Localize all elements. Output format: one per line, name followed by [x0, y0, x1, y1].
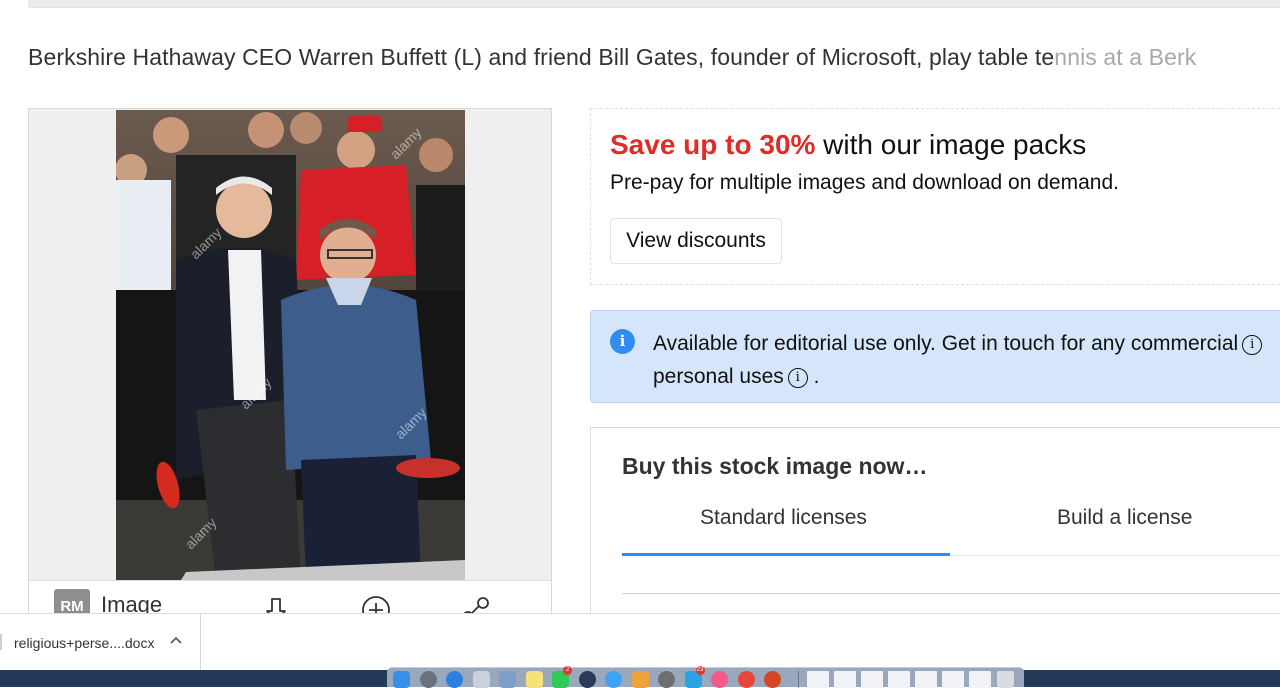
notice-line-2-end: . — [813, 365, 820, 388]
dock-divider — [798, 671, 799, 688]
info-icon: i — [610, 329, 635, 354]
dock-safari-icon[interactable] — [446, 671, 463, 688]
image-pack-promo: Save up to 30% with our image packs Pre-… — [590, 108, 1280, 285]
dock-messages-icon[interactable] — [605, 671, 622, 688]
image-type-label: Image — [101, 592, 163, 613]
dock-document-icon[interactable] — [861, 671, 883, 688]
dock-finder-icon[interactable] — [393, 671, 410, 688]
promo-highlight: Save up to 30% — [610, 129, 816, 160]
trash-icon[interactable] — [997, 671, 1014, 688]
download-item[interactable]: religious+perse....docx — [0, 614, 201, 671]
add-to-lightbox-icon[interactable] — [361, 595, 391, 613]
buy-title: Buy this stock image now… — [622, 453, 928, 479]
promo-subtitle: Pre-pay for multiple images and download… — [610, 171, 1119, 194]
web-page: Berkshire Hathaway CEO Warren Buffett (L… — [0, 0, 1280, 613]
dock-quicktime-icon[interactable] — [578, 671, 596, 688]
tab-build-a-license[interactable]: Build a license — [1057, 506, 1192, 530]
notice-text: Available for editorial use only. Get in… — [653, 327, 1263, 393]
download-filename: religious+perse....docx — [14, 635, 155, 651]
editorial-use-notice: i Available for editorial use only. Get … — [590, 310, 1280, 403]
browser-download-bar: religious+perse....docx — [0, 613, 1280, 671]
dock-document-icon[interactable] — [942, 671, 964, 688]
dock-notification-badge: 23 — [695, 666, 705, 675]
image-panel: alamy alamy alamy alamy alamy RM Image — [28, 108, 552, 613]
view-discounts-button[interactable]: View discounts — [610, 218, 782, 264]
dock-launchpad-icon[interactable] — [419, 671, 437, 688]
dock-notes-icon[interactable] — [525, 671, 543, 688]
rm-license-badge: RM — [54, 589, 90, 613]
dock-document-icon[interactable] — [969, 671, 991, 688]
promo-title-rest: with our image packs — [815, 129, 1087, 160]
dock-help-icon[interactable] — [472, 671, 490, 688]
active-tab-indicator — [622, 553, 950, 556]
tab-standard-licenses[interactable]: Standard licenses — [700, 506, 867, 530]
image-footer: RM Image — [29, 580, 551, 613]
caption-text-faded: nnis at a Berk — [1054, 44, 1197, 70]
dock-notification-badge: 2 — [563, 666, 572, 675]
dock-photo-booth-icon[interactable] — [631, 671, 649, 688]
dock-document-icon[interactable] — [807, 671, 829, 688]
promo-title: Save up to 30% with our image packs — [610, 129, 1086, 161]
download-icon[interactable] — [261, 595, 291, 613]
dock-preview-icon[interactable] — [499, 671, 516, 688]
notice-line-1: Available for editorial use only. Get in… — [653, 332, 1239, 355]
macos-dock: 2 23 — [387, 666, 1024, 688]
notice-line-2: personal uses — [653, 365, 784, 388]
dock-document-icon[interactable] — [888, 671, 910, 688]
dock-chrome-icon[interactable] — [737, 671, 755, 688]
dock-system-preferences-icon[interactable] — [658, 671, 675, 688]
image-caption: Berkshire Hathaway CEO Warren Buffett (L… — [28, 44, 1196, 71]
tab-underline — [950, 555, 1280, 556]
tab-content-divider — [622, 593, 1280, 594]
caption-text: Berkshire Hathaway CEO Warren Buffett (L… — [28, 44, 1055, 70]
personal-info-icon[interactable]: i — [787, 368, 808, 388]
photo-illustration: alamy alamy alamy alamy alamy — [116, 110, 465, 580]
share-icon[interactable] — [461, 595, 491, 613]
dock-powerpoint-icon[interactable] — [764, 671, 781, 688]
stock-photo[interactable]: alamy alamy alamy alamy alamy — [116, 110, 465, 580]
dock-document-icon[interactable] — [834, 671, 856, 688]
buy-image-box: Buy this stock image now… Standard licen… — [590, 427, 1280, 613]
chevron-up-icon[interactable] — [170, 632, 182, 648]
commercial-info-icon[interactable]: i — [1242, 335, 1263, 355]
dock-document-icon[interactable] — [915, 671, 937, 688]
dock-itunes-icon[interactable] — [711, 671, 728, 688]
page-top-strip — [28, 0, 1280, 8]
